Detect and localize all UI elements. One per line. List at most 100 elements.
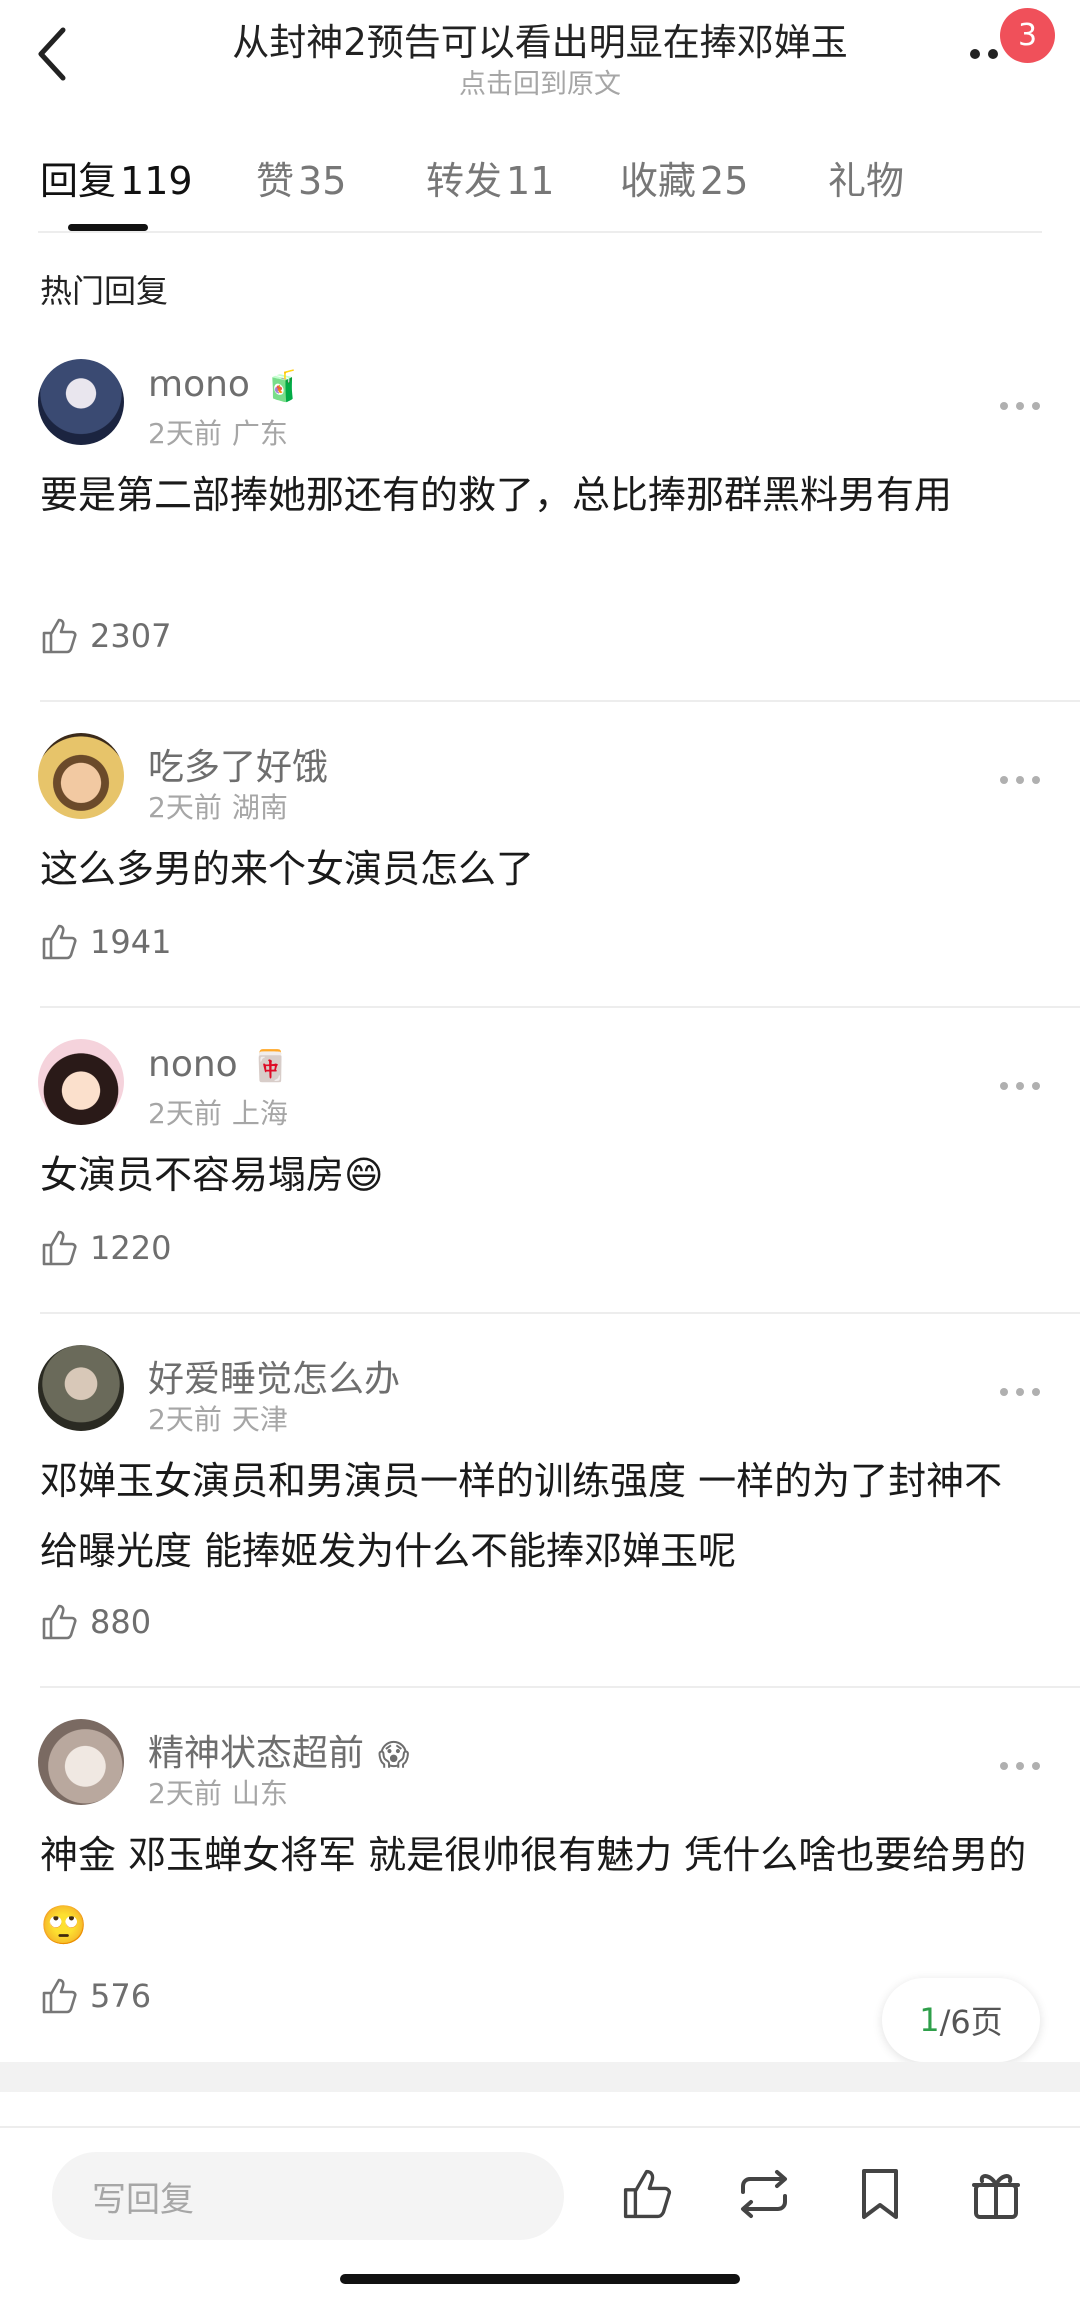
divider — [40, 1312, 1080, 1314]
more-dot — [1016, 1388, 1024, 1396]
comment-location: 天津 — [231, 1403, 288, 1436]
comment-location: 广东 — [231, 417, 288, 450]
username[interactable]: 吃多了好饿 — [148, 738, 328, 790]
more-dot — [1032, 402, 1040, 410]
bookmark-button[interactable] — [850, 2164, 910, 2224]
thumbs-up-icon — [42, 1604, 77, 1640]
comment-location: 湖南 — [231, 791, 288, 824]
comment-more-button[interactable] — [998, 1376, 1042, 1406]
bookmark-icon — [862, 2169, 898, 2219]
repost-icon — [741, 2170, 787, 2218]
tab-count: 35 — [298, 159, 347, 203]
more-dots-icon-dot — [988, 49, 998, 59]
back-arrow-icon — [38, 27, 66, 81]
notification-badge[interactable]: 3 — [1000, 8, 1055, 63]
like-button[interactable]: 1941 — [40, 920, 171, 964]
current-page: 1 — [919, 2001, 940, 2039]
more-dot — [1016, 776, 1024, 784]
comment-location: 上海 — [231, 1097, 288, 1130]
username[interactable]: mono 🧃 — [148, 364, 301, 405]
more-dots-icon — [1000, 1388, 1008, 1396]
thumbs-up-icon — [42, 1230, 77, 1266]
comment-more-button[interactable] — [998, 1070, 1042, 1100]
tab-likes[interactable]: 赞 35 — [256, 150, 346, 205]
avatar[interactable] — [38, 359, 124, 445]
tab-favorites[interactable]: 收藏 25 — [620, 150, 748, 205]
user-badge-icon: 🧃 — [263, 368, 302, 404]
tab-gifts[interactable]: 礼物 — [828, 150, 904, 205]
avatar[interactable] — [38, 733, 124, 819]
comment-time: 2天前 — [148, 1777, 222, 1810]
comment-text: 邓婵玉女演员和男演员一样的训练强度 一样的为了封神不给曝光度 能捧姬发为什么不能… — [40, 1459, 1003, 1573]
more-dot — [1032, 1388, 1040, 1396]
more-dots-icon — [970, 49, 980, 59]
like-button[interactable]: 1220 — [40, 1226, 171, 1270]
comment-text: 女演员不容易塌房😄 — [40, 1153, 384, 1197]
like-count: 1220 — [90, 1229, 172, 1267]
more-dots-icon — [1000, 776, 1008, 784]
avatar[interactable] — [38, 1039, 124, 1125]
more-dot — [1016, 402, 1024, 410]
divider — [40, 1686, 1080, 1688]
total-pages: /6页 — [939, 2003, 1003, 2041]
comment-meta: 2天前 山东 — [148, 1772, 288, 1812]
top-bar: 从封神2预告可以看出明显在捧邓婵玉 点击回到原文 3 — [0, 0, 1080, 120]
reply-input[interactable]: 写回复 — [52, 2152, 564, 2240]
more-dot — [1016, 1762, 1024, 1770]
tab-bar: 回复 119 赞 35 转发 11 收藏 25 礼物 — [0, 140, 1080, 232]
tab-count: 11 — [506, 159, 555, 203]
like-count: 576 — [90, 1977, 152, 2015]
like-button[interactable]: 576 — [40, 1974, 151, 2018]
tab-count: 119 — [120, 159, 193, 203]
more-dot — [1032, 1762, 1040, 1770]
thumbs-up-icon — [623, 2169, 672, 2219]
user-badge-icon: 🀄 — [251, 1048, 290, 1084]
like-count: 1941 — [90, 923, 172, 961]
repost-button[interactable] — [734, 2164, 794, 2224]
divider — [38, 231, 1042, 233]
like-button[interactable]: 880 — [40, 1600, 151, 1644]
comment-time: 2天前 — [148, 1403, 222, 1436]
post-title[interactable]: 从封神2预告可以看出明显在捧邓婵玉 — [150, 12, 930, 66]
comment-location: 山东 — [231, 1777, 288, 1810]
comment-meta: 2天前 上海 — [148, 1092, 288, 1132]
username-text: 精神状态超前 — [148, 1733, 365, 1774]
bottom-action-bar: 写回复 — [0, 2126, 1080, 2256]
username[interactable]: 好爱睡觉怎么办 — [148, 1350, 400, 1402]
avatar[interactable] — [38, 1345, 124, 1431]
comment-more-button[interactable] — [998, 764, 1042, 794]
more-dots-icon — [1000, 1762, 1008, 1770]
username[interactable]: 精神状态超前 😱 — [148, 1724, 409, 1776]
tab-reposts[interactable]: 转发 11 — [426, 150, 554, 205]
comment-meta: 2天前 天津 — [148, 1398, 288, 1438]
user-badge-icon: 😱 — [378, 1737, 410, 1773]
more-dot — [1016, 1082, 1024, 1090]
comment-meta: 2天前 广东 — [148, 412, 288, 452]
tab-replies[interactable]: 回复 119 — [40, 150, 193, 205]
back-button[interactable] — [30, 22, 74, 86]
gift-icon — [972, 2174, 1020, 2219]
comment-time: 2天前 — [148, 417, 222, 450]
comment-time: 2天前 — [148, 791, 222, 824]
avatar[interactable] — [38, 1719, 124, 1805]
section-separator — [0, 2062, 1080, 2092]
username[interactable]: nono 🀄 — [148, 1044, 289, 1085]
more-dots-icon — [1000, 1082, 1008, 1090]
like-button[interactable]: 2307 — [40, 614, 171, 658]
username-text: 吃多了好饿 — [148, 747, 329, 788]
comment-text: 要是第二部捧她那还有的救了，总比捧那群黑料男有用 — [40, 473, 953, 517]
comment-more-button[interactable] — [998, 390, 1042, 420]
comment-time: 2天前 — [148, 1097, 222, 1130]
section-title: 热门回复 — [40, 272, 169, 310]
username-text: nono — [148, 1044, 238, 1085]
tab-label: 礼物 — [828, 159, 905, 203]
tab-count: 25 — [700, 159, 749, 203]
gift-button[interactable] — [966, 2164, 1026, 2224]
page-indicator[interactable]: 1/6页 — [882, 1978, 1040, 2062]
home-indicator — [340, 2274, 740, 2284]
back-to-original-link[interactable]: 点击回到原文 — [150, 62, 930, 101]
like-post-button[interactable] — [618, 2164, 678, 2224]
comment-more-button[interactable] — [998, 1750, 1042, 1780]
username-text: mono — [148, 364, 250, 405]
thumbs-up-icon — [42, 618, 77, 654]
